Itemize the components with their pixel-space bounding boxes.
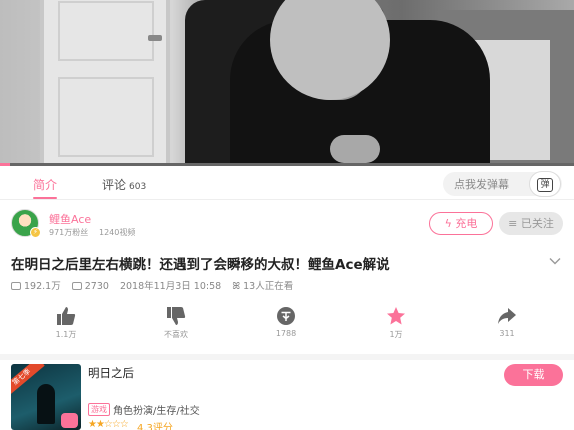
verified-badge-icon: ⚡ <box>30 227 41 238</box>
cover-figure <box>37 384 55 424</box>
uploader-avatar[interactable]: ⚡ <box>11 209 41 238</box>
game-rating: 4.3评分 <box>137 423 173 430</box>
menu-icon: ≡ <box>508 217 518 230</box>
tab-active-underline <box>33 197 57 199</box>
danmaku-toggle-button[interactable]: 弹 <box>529 171 561 197</box>
follow-button[interactable]: ≡ 已关注 <box>499 212 563 235</box>
video-frame-hand <box>330 135 380 163</box>
section-divider <box>0 354 574 360</box>
play-count-icon <box>11 282 21 290</box>
coin-icon <box>277 307 295 325</box>
game-badge-icon <box>61 413 78 428</box>
follow-label: 已关注 <box>520 217 554 230</box>
dislike-label: 不喜欢 <box>164 330 188 339</box>
tab-comments-label: 评论 <box>102 178 127 192</box>
tab-intro-label: 简介 <box>33 178 58 192</box>
game-genre: 角色扮演/生存/社交 <box>113 406 200 417</box>
uploader-fans: 971万粉丝 <box>49 228 89 237</box>
tab-intro[interactable]: 简介 <box>33 176 57 193</box>
video-title: 在明日之后里左右横跳！还遇到了会瞬移的大叔！鲤鱼Ace解说 <box>11 257 390 273</box>
thumb-down-icon <box>167 307 186 325</box>
tab-comments[interactable]: 评论 603 <box>102 176 146 193</box>
danmaku-count-icon <box>71 282 82 290</box>
share-count: 311 <box>499 329 515 338</box>
game-cover[interactable]: 第七季 <box>11 364 81 430</box>
video-page: 简介 评论 603 点我发弹幕 弹 ⚡ 鲤鱼Ace 971万粉丝 1240视频 ϟ… <box>0 0 574 430</box>
game-tag: 游戏 <box>88 403 110 416</box>
coin-count: 1788 <box>275 329 297 338</box>
uploader-video-count: 1240视频 <box>99 228 136 237</box>
charge-label: 充电 <box>455 217 478 230</box>
download-button[interactable]: 下载 <box>504 364 563 386</box>
charge-button[interactable]: ϟ 充电 <box>429 212 493 235</box>
dislike-button[interactable]: 不喜欢 <box>146 306 206 340</box>
like-button[interactable]: 1.1万 <box>36 306 96 340</box>
comment-count: 603 <box>129 182 147 192</box>
video-frame-door <box>40 0 170 165</box>
lightning-icon: ϟ <box>444 217 452 230</box>
star-icon <box>387 307 405 325</box>
like-count: 1.1万 <box>55 330 77 339</box>
chevron-down-icon[interactable] <box>549 255 561 267</box>
rating-stars-icon: ★★☆☆☆ <box>88 419 129 430</box>
thumb-up-icon <box>57 307 76 325</box>
publish-date: 2018年11月3日 10:58 <box>119 281 222 292</box>
danmaku-count: 2730 <box>84 281 109 292</box>
danmaku-placeholder: 点我发弹幕 <box>454 178 509 191</box>
watching-icon: ꕤ <box>232 281 241 292</box>
favorite-count: 1万 <box>389 330 403 339</box>
uploader-name[interactable]: 鲤鱼Ace <box>49 211 91 227</box>
share-button[interactable]: 311 <box>477 306 537 338</box>
favorite-button[interactable]: 1万 <box>366 306 426 340</box>
video-player[interactable] <box>0 0 574 165</box>
video-meta: 192.1万 2730 2018年11月3日 10:58 ꕤ 13人正在看 <box>11 278 301 292</box>
watching-count: 13人正在看 <box>243 281 294 292</box>
view-count: 192.1万 <box>24 281 61 292</box>
share-icon <box>498 308 516 324</box>
coin-button[interactable]: 1788 <box>256 306 316 338</box>
game-name[interactable]: 明日之后 <box>88 365 134 381</box>
danmaku-icon: 弹 <box>537 178 553 192</box>
